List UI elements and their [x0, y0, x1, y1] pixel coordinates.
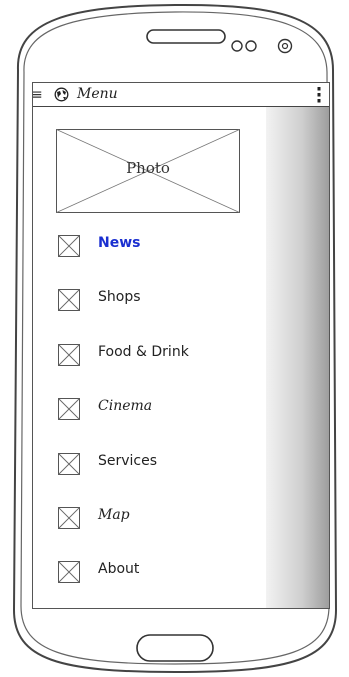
menu-item-about[interactable]: About	[58, 559, 258, 585]
home-button[interactable]	[136, 634, 214, 662]
photo-label: Photo	[126, 159, 170, 177]
app-bar-title: Menu	[77, 86, 118, 102]
menu-item-food-drink[interactable]: Food & Drink	[58, 342, 258, 368]
checkbox-placeholder-icon	[58, 398, 80, 420]
menu-item-services[interactable]: Services	[58, 451, 258, 477]
phone-screen: ≡ Menu Photo News Shops Food & Drink Cin…	[32, 82, 330, 609]
menu-item-shops[interactable]: Shops	[58, 287, 258, 313]
checkbox-placeholder-icon	[58, 507, 80, 529]
menu-item-map[interactable]: Map	[58, 505, 258, 531]
menu-item-label: Shops	[98, 289, 141, 305]
menu-item-cinema[interactable]: Cinema	[58, 396, 258, 422]
content-scrim[interactable]	[266, 107, 329, 608]
menu-item-label: News	[98, 235, 141, 251]
checkbox-placeholder-icon	[58, 235, 80, 257]
more-vert-icon[interactable]	[317, 87, 321, 103]
checkbox-placeholder-icon	[58, 344, 80, 366]
menu-item-label: Cinema	[98, 398, 153, 414]
checkbox-placeholder-icon	[58, 289, 80, 311]
photo-placeholder: Photo	[56, 129, 240, 213]
checkbox-placeholder-icon	[58, 453, 80, 475]
navigation-drawer: Photo News Shops Food & Drink Cinema Ser…	[33, 107, 266, 608]
menu-item-label: Map	[98, 507, 130, 523]
hamburger-icon[interactable]: ≡	[33, 88, 43, 102]
menu-item-label: Services	[98, 453, 158, 469]
menu-item-label: Food & Drink	[98, 344, 189, 360]
app-bar: ≡ Menu	[33, 83, 329, 107]
checkbox-placeholder-icon	[58, 561, 80, 583]
menu-item-news[interactable]: News	[58, 233, 258, 259]
globe-icon	[54, 87, 69, 102]
menu-item-label: About	[98, 561, 140, 577]
